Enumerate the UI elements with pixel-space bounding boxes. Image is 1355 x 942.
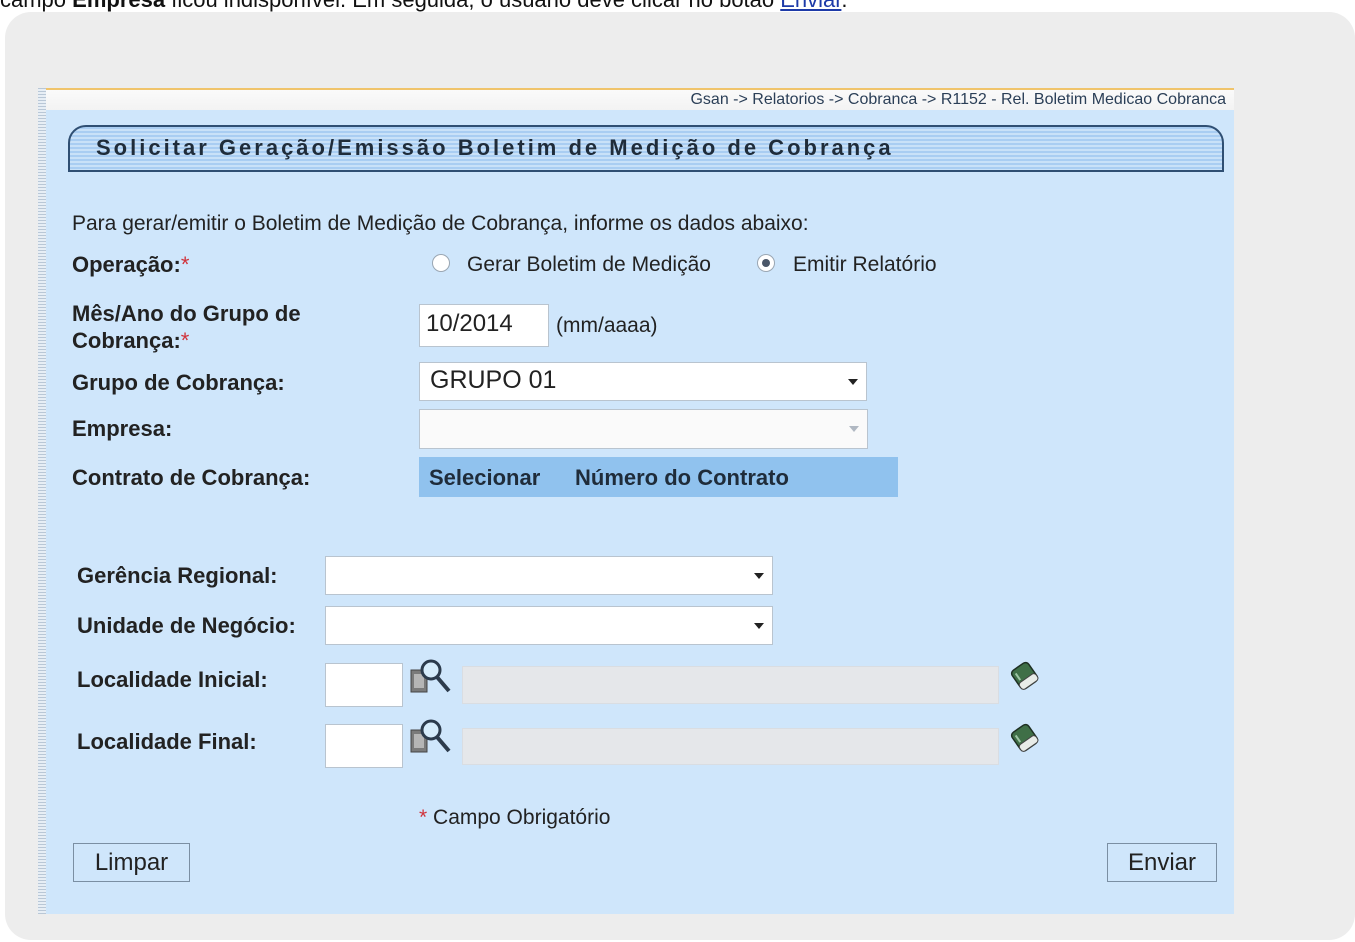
locality-start-code-input[interactable] (325, 663, 403, 707)
screenshot-frame: Gsan -> Relatorios -> Cobranca -> R1152 … (5, 12, 1355, 940)
business-unit-select[interactable] (325, 606, 773, 645)
billing-group-label: Grupo de Cobrança: (72, 370, 285, 395)
submit-button[interactable]: Enviar (1107, 843, 1217, 882)
locality-start-name-field (462, 666, 999, 704)
locality-start-label: Localidade Inicial: (77, 667, 268, 692)
search-icon[interactable] (409, 658, 453, 698)
company-select[interactable] (419, 409, 868, 449)
contract-col-number: Número do Contrato (575, 465, 789, 490)
month-year-hint: (mm/aaaa) (556, 314, 658, 337)
chevron-down-icon (848, 378, 858, 385)
contract-label: Contrato de Cobrança: (72, 465, 311, 490)
contract-table-header: Selecionar Número do Contrato (419, 457, 898, 497)
chevron-down-icon (754, 572, 764, 579)
radio-emit[interactable] (757, 254, 775, 272)
chevron-down-icon (849, 426, 859, 432)
operation-label: Operação:* (72, 252, 190, 277)
company-label: Empresa: (72, 416, 173, 441)
radio-generate[interactable] (432, 254, 450, 272)
regional-select[interactable] (325, 556, 773, 595)
gsan-form-window: Gsan -> Relatorios -> Cobranca -> R1152 … (38, 88, 1234, 914)
regional-label: Gerência Regional: (77, 563, 278, 588)
intro-text: Para gerar/emitir o Boletim de Medição d… (72, 212, 809, 235)
locality-end-code-input[interactable] (325, 724, 403, 768)
business-unit-label: Unidade de Negócio: (77, 613, 296, 638)
month-year-label: Mês/Ano do Grupo de Cobrança:* (72, 301, 301, 353)
breadcrumb: Gsan -> Relatorios -> Cobranca -> R1152 … (46, 88, 1234, 110)
locality-end-label: Localidade Final: (77, 729, 257, 754)
locality-end-name-field (462, 728, 999, 765)
radio-generate-label[interactable]: Gerar Boletim de Medição (467, 253, 711, 277)
eraser-icon[interactable] (1006, 656, 1046, 696)
radio-emit-label[interactable]: Emitir Relatório (793, 253, 937, 277)
billing-group-select[interactable]: GRUPO 01 (419, 362, 867, 401)
contract-col-select: Selecionar (429, 465, 541, 490)
clear-button[interactable]: Limpar (73, 843, 190, 882)
required-note: * Campo Obrigatório (419, 806, 611, 829)
month-year-input[interactable]: 10/2014 (419, 304, 549, 347)
left-border (38, 88, 46, 914)
search-icon[interactable] (409, 718, 453, 758)
enviar-link[interactable]: Enviar (780, 0, 841, 12)
chevron-down-icon (754, 622, 764, 629)
billing-group-value: GRUPO 01 (430, 366, 557, 394)
eraser-icon[interactable] (1006, 718, 1046, 758)
page-title: Solicitar Geração/Emissão Boletim de Med… (96, 135, 894, 160)
page-title-bar: Solicitar Geração/Emissão Boletim de Med… (68, 125, 1224, 172)
